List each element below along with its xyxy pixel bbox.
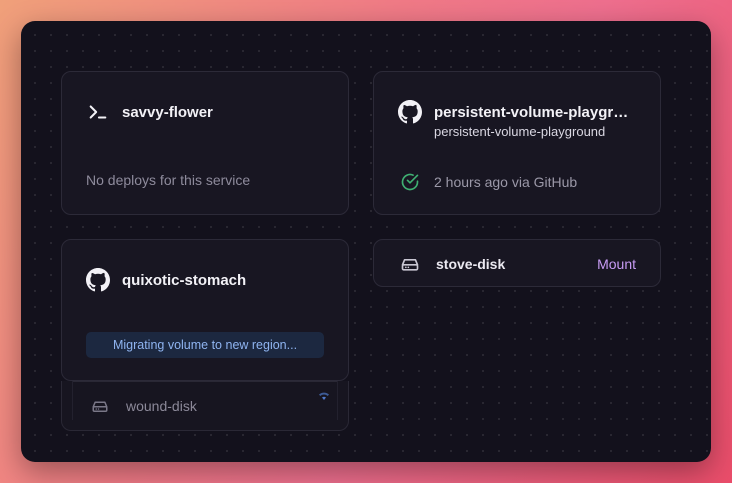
check-circle-icon: [398, 170, 422, 194]
repo-name: persistent-volume-playground: [434, 124, 606, 139]
deploy-status-row: 2 hours ago via GitHub: [398, 170, 577, 194]
service-card-quixotic-stomach[interactable]: quixotic-stomach Migrating volume to new…: [61, 239, 349, 381]
volume-card-stove-disk[interactable]: stove-disk Mount: [373, 239, 661, 287]
migration-status-banner: Migrating volume to new region...: [86, 332, 324, 358]
service-header: savvy-flower: [86, 100, 332, 124]
divider: [337, 381, 338, 420]
service-name: persistent-volume-playground: [434, 103, 634, 121]
volume-name: wound-disk: [126, 398, 197, 414]
disk-icon: [88, 394, 112, 418]
deploy-status: No deploys for this service: [86, 172, 251, 188]
project-canvas[interactable]: savvy-flower No deploys for this service…: [21, 21, 711, 462]
wifi-icon: [318, 388, 330, 406]
github-icon: [86, 268, 110, 292]
service-name: quixotic-stomach: [122, 271, 247, 289]
service-header: persistent-volume-playground: [398, 100, 644, 124]
service-header: quixotic-stomach: [86, 268, 332, 292]
attached-volume-wound-disk[interactable]: wound-disk: [61, 381, 349, 431]
volume-row: stove-disk Mount: [398, 252, 636, 276]
service-name: savvy-flower: [122, 103, 213, 121]
divider: [72, 381, 338, 382]
service-card-savvy-flower[interactable]: savvy-flower No deploys for this service: [61, 71, 349, 215]
mount-button[interactable]: Mount: [597, 256, 636, 272]
terminal-icon: [86, 100, 110, 124]
github-icon: [398, 100, 422, 124]
service-card-persistent-volume-playground[interactable]: persistent-volume-playground persistent-…: [373, 71, 661, 215]
deploy-status: 2 hours ago via GitHub: [434, 174, 578, 190]
volume-row: wound-disk: [88, 392, 330, 418]
divider: [72, 381, 73, 420]
volume-name: stove-disk: [436, 256, 506, 272]
disk-icon: [398, 252, 422, 276]
